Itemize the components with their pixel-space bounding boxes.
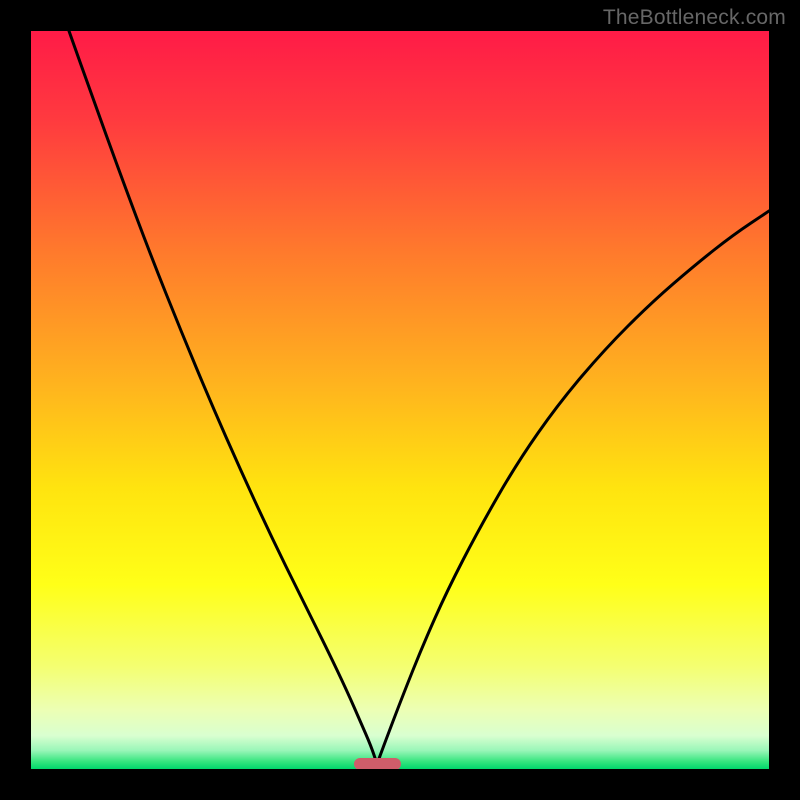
curve-right-branch bbox=[377, 211, 769, 764]
curve-left-branch bbox=[69, 31, 377, 764]
watermark-text: TheBottleneck.com bbox=[603, 6, 786, 30]
bottleneck-curve bbox=[31, 31, 769, 769]
plot-area bbox=[31, 31, 769, 769]
chart-frame: TheBottleneck.com bbox=[0, 0, 800, 800]
minimum-marker bbox=[354, 758, 401, 769]
